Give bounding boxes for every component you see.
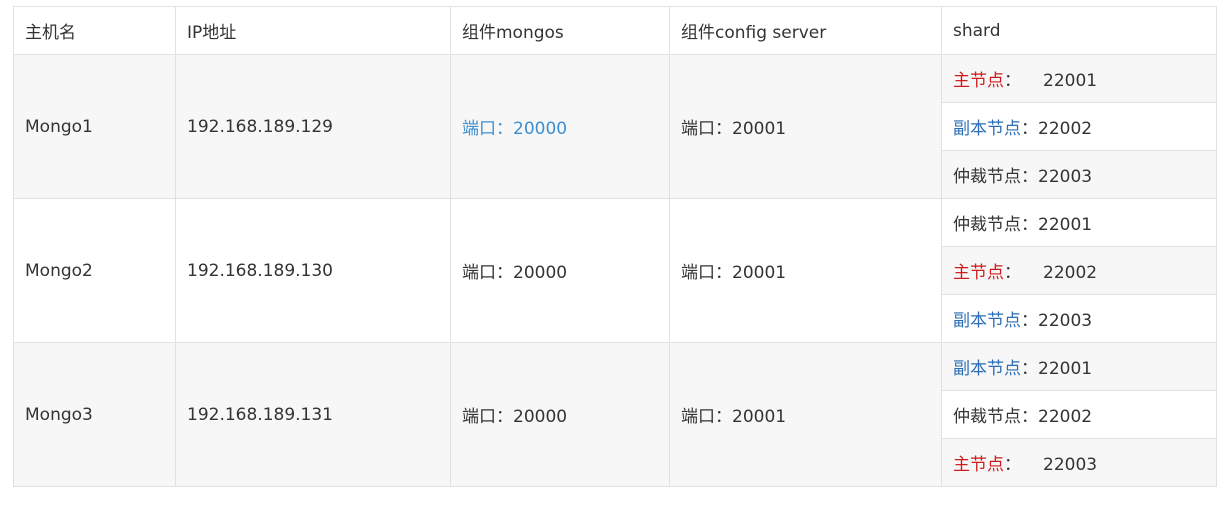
shard-role-secondary: 副本节点 bbox=[953, 119, 1021, 139]
mongos-port-cell: 端口：20000 bbox=[450, 198, 670, 343]
shard-separator: ： bbox=[1021, 359, 1038, 379]
shard-separator: ： bbox=[1021, 215, 1038, 235]
shard-role-arbiter: 仲裁节点 bbox=[953, 167, 1021, 187]
shard-role-arbiter: 仲裁节点 bbox=[953, 215, 1021, 235]
header-hostname: 主机名 bbox=[13, 6, 176, 55]
shard-role-primary: 主节点 bbox=[953, 263, 1004, 283]
header-mongos: 组件mongos bbox=[450, 6, 670, 55]
header-shard: shard bbox=[941, 6, 1217, 55]
hostname-cell: Mongo2 bbox=[13, 198, 176, 343]
config-port-cell: 端口：20001 bbox=[669, 198, 942, 343]
shard-port: 22001 bbox=[1043, 71, 1098, 91]
shard-cell: 仲裁节点：22003 bbox=[941, 150, 1217, 199]
config-port-cell: 端口：20001 bbox=[669, 54, 942, 199]
shard-separator: ： bbox=[1004, 263, 1021, 283]
header-config-server: 组件config server bbox=[669, 6, 942, 55]
shard-role-arbiter: 仲裁节点 bbox=[953, 407, 1021, 427]
shard-separator: ： bbox=[1004, 71, 1021, 91]
shard-port: 22003 bbox=[1038, 167, 1093, 187]
shard-role-primary: 主节点 bbox=[953, 455, 1004, 475]
shard-cell: 仲裁节点：22001 bbox=[941, 198, 1217, 247]
shard-separator: ： bbox=[1021, 311, 1038, 331]
shard-separator: ： bbox=[1021, 167, 1038, 187]
shard-separator: ： bbox=[1004, 455, 1021, 475]
shard-role-primary: 主节点 bbox=[953, 71, 1004, 91]
shard-cell: 副本节点：22001 bbox=[941, 342, 1217, 391]
header-ip: IP地址 bbox=[175, 6, 451, 55]
hostname-cell: Mongo3 bbox=[13, 342, 176, 487]
shard-cell: 主节点： 22003 bbox=[941, 438, 1217, 487]
hostname-cell: Mongo1 bbox=[13, 54, 176, 199]
mongos-port-link[interactable]: 端口：20000 bbox=[450, 54, 670, 199]
server-table: 主机名 IP地址 组件mongos 组件config server shard … bbox=[13, 6, 1217, 487]
shard-cell: 副本节点：22002 bbox=[941, 102, 1217, 151]
shard-port: 22002 bbox=[1038, 407, 1093, 427]
shard-port: 22001 bbox=[1038, 359, 1093, 379]
shard-port: 22001 bbox=[1038, 215, 1093, 235]
shard-role-secondary: 副本节点 bbox=[953, 311, 1021, 331]
shard-port: 22002 bbox=[1038, 119, 1093, 139]
shard-cell: 仲裁节点：22002 bbox=[941, 390, 1217, 439]
shard-cell: 副本节点：22003 bbox=[941, 294, 1217, 343]
shard-cell: 主节点： 22001 bbox=[941, 54, 1217, 103]
mongos-port-cell: 端口：20000 bbox=[450, 342, 670, 487]
ip-cell: 192.168.189.130 bbox=[175, 198, 451, 343]
shard-role-secondary: 副本节点 bbox=[953, 359, 1021, 379]
ip-cell: 192.168.189.131 bbox=[175, 342, 451, 487]
shard-cell: 主节点： 22002 bbox=[941, 246, 1217, 295]
shard-separator: ： bbox=[1021, 407, 1038, 427]
shard-port: 22003 bbox=[1038, 311, 1093, 331]
table-row: Mongo1 192.168.189.129 端口：20000 端口：20001… bbox=[13, 54, 1217, 199]
mongos-port-text[interactable]: 端口：20000 bbox=[462, 119, 567, 139]
shard-port: 22002 bbox=[1043, 263, 1098, 283]
table-row: Mongo2 192.168.189.130 端口：20000 端口：20001… bbox=[13, 198, 1217, 343]
shard-port: 22003 bbox=[1043, 455, 1098, 475]
table-row: Mongo3 192.168.189.131 端口：20000 端口：20001… bbox=[13, 342, 1217, 487]
shard-separator: ： bbox=[1021, 119, 1038, 139]
ip-cell: 192.168.189.129 bbox=[175, 54, 451, 199]
config-port-cell: 端口：20001 bbox=[669, 342, 942, 487]
header-row: 主机名 IP地址 组件mongos 组件config server shard bbox=[13, 6, 1217, 55]
